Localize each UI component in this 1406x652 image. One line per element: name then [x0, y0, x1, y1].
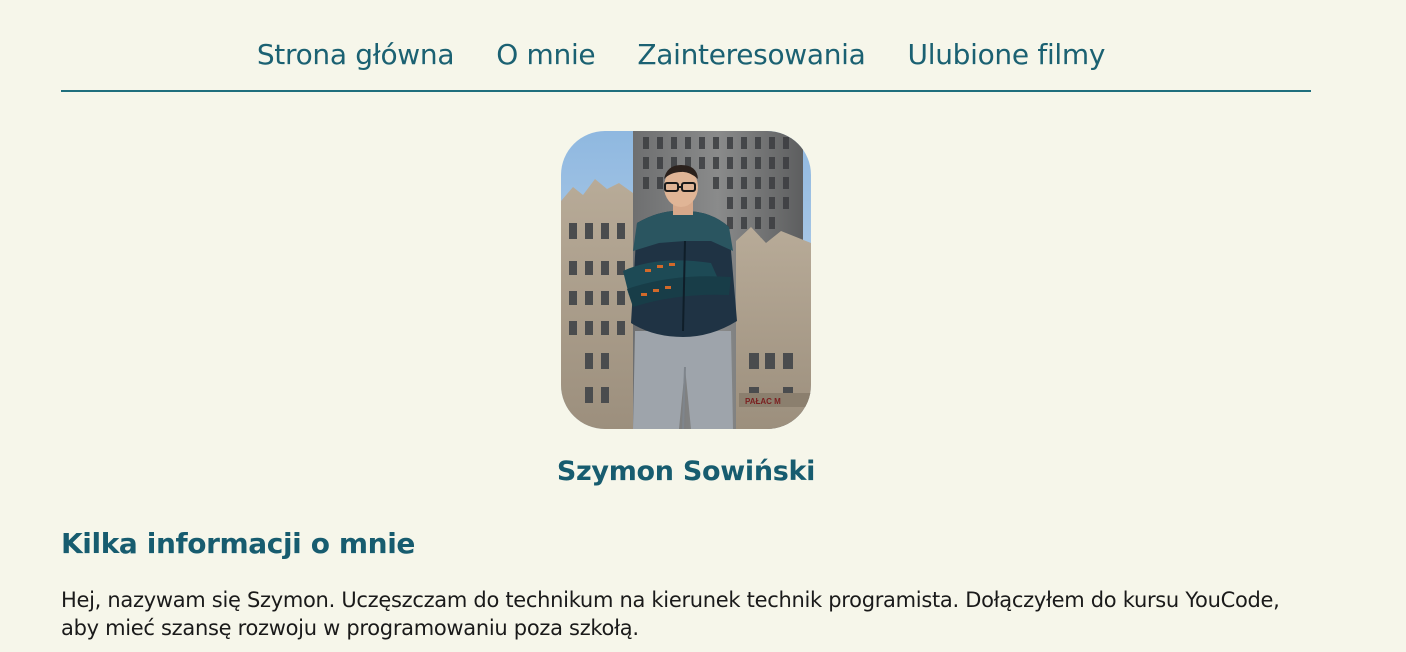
nav-item-home[interactable]: Strona główna [257, 38, 455, 72]
profile-photo: PAŁAC M [561, 131, 811, 429]
page: Strona główna O mnie Zainteresowania Ulu… [0, 0, 1406, 652]
section-body-about: Hej, nazywam się Szymon. Uczęszczam do t… [61, 588, 1280, 640]
palace-sign: PAŁAC M [745, 397, 781, 406]
nav-item-interests[interactable]: Zainteresowania [637, 38, 865, 72]
nav-item-favorite-movies[interactable]: Ulubione filmy [908, 38, 1106, 72]
nav-item-about[interactable]: O mnie [496, 38, 595, 72]
profile-name: Szymon Sowiński [556, 456, 816, 487]
nav-list: Strona główna O mnie Zainteresowania Ulu… [257, 38, 1106, 72]
section-heading-about: Kilka informacji o mnie [61, 527, 416, 560]
top-navigation: Strona główna O mnie Zainteresowania Ulu… [61, 0, 1311, 92]
